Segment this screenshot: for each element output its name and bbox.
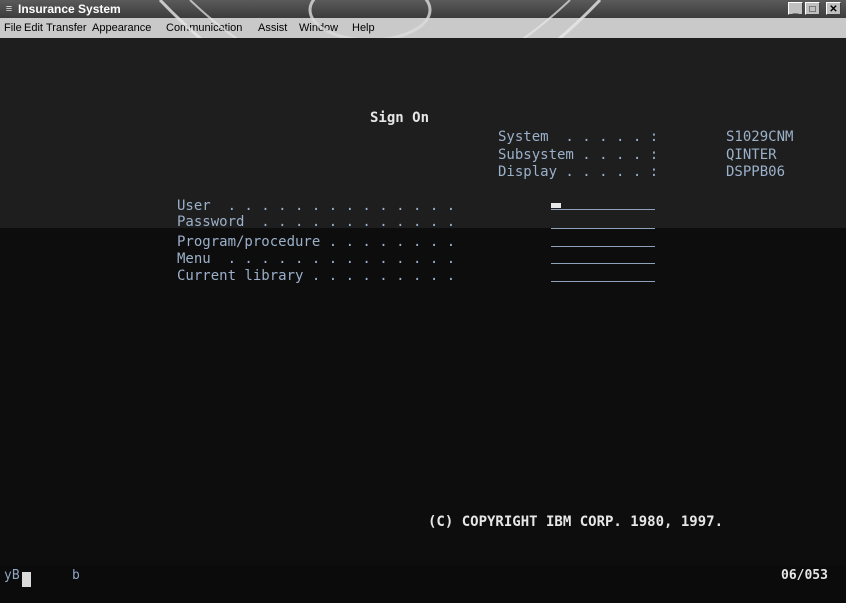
status-left: yB xyxy=(4,568,20,583)
display-label: Display . . . . . : xyxy=(498,164,659,180)
terminal-screen[interactable]: Sign On System . . . . . : S1029CNM Subs… xyxy=(0,38,846,565)
display-value: DSPPB06 xyxy=(726,164,786,180)
password-input-field[interactable] xyxy=(551,228,655,229)
maximize-button[interactable]: □ xyxy=(805,2,820,15)
program-label: Program/procedure . . . . . . . . xyxy=(177,234,456,250)
subsystem-label: Subsystem . . . . : xyxy=(498,147,659,163)
system-label: System . . . . . : xyxy=(498,129,659,145)
menu-input-field[interactable] xyxy=(551,263,655,264)
cursor-position: 06/053 xyxy=(781,568,828,583)
window-title: Insurance System xyxy=(18,2,121,16)
menu-edit[interactable]: Edit xyxy=(24,18,43,38)
app-icon[interactable]: ≡ xyxy=(3,3,15,15)
text-cursor xyxy=(551,203,561,208)
minimize-button[interactable]: _ xyxy=(788,2,803,15)
title-bar: ≡ Insurance System _ □ ✕ xyxy=(0,0,846,18)
user-input-field[interactable] xyxy=(551,209,655,210)
menu-help[interactable]: Help xyxy=(352,18,375,38)
close-button[interactable]: ✕ xyxy=(826,2,841,15)
status-indicator xyxy=(22,572,31,587)
menu-communication[interactable]: Communication xyxy=(166,18,242,38)
library-label: Current library . . . . . . . . . xyxy=(177,268,456,284)
user-label: User . . . . . . . . . . . . . . xyxy=(177,198,456,214)
menu-assist[interactable]: Assist xyxy=(258,18,287,38)
program-input-field[interactable] xyxy=(551,246,655,247)
password-label: Password . . . . . . . . . . . . xyxy=(177,214,456,230)
menu-bar: File Edit Transfer Appearance Communicat… xyxy=(0,18,846,38)
status-mid: b xyxy=(72,568,80,583)
menu-appearance[interactable]: Appearance xyxy=(92,18,151,38)
library-input-field[interactable] xyxy=(551,281,655,282)
menu-transfer[interactable]: Transfer xyxy=(46,18,87,38)
system-value: S1029CNM xyxy=(726,129,794,145)
screen-heading: Sign On xyxy=(370,110,430,126)
menu-file[interactable]: File xyxy=(4,18,22,38)
copyright-text: (C) COPYRIGHT IBM CORP. 1980, 1997. xyxy=(428,514,724,530)
subsystem-value: QINTER xyxy=(726,147,777,163)
menu-window[interactable]: Window xyxy=(299,18,338,38)
status-bar: yB b 06/053 xyxy=(0,565,846,603)
menu-label: Menu . . . . . . . . . . . . . . xyxy=(177,251,456,267)
